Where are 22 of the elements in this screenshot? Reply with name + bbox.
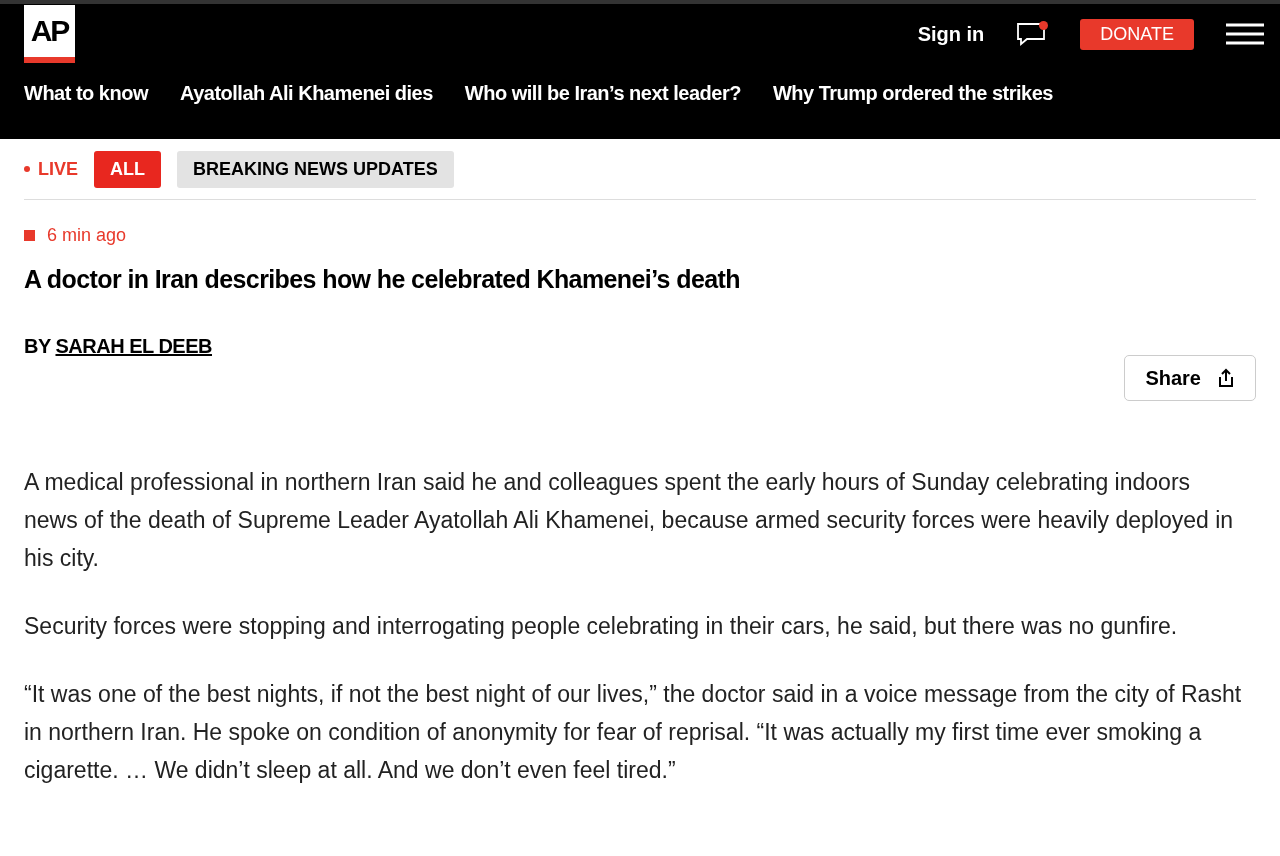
donate-button[interactable]: DONATE: [1080, 18, 1194, 50]
sign-in-link[interactable]: Sign in: [917, 19, 985, 49]
nav-link[interactable]: Ayatollah Ali Khamenei dies: [180, 78, 433, 108]
ap-logo[interactable]: AP: [24, 5, 75, 63]
nav-link[interactable]: What to know: [24, 78, 148, 108]
timestamp: 6 min ago: [47, 224, 127, 247]
article-paragraph: A medical professional in northern Iran said he and colleagues spent the early hours of Sunday celebrating indoors news of the death of Supreme Leader Ayatollah Ali Khamenei, because armed security forces were heavily deployed in his city.: [24, 467, 1235, 573]
filter-tab[interactable]: BREAKING NEWS UPDATES: [177, 150, 454, 188]
article-paragraph: “It was one of the best nights, if not the best night of our lives,” the doctor said in a voice message from the city of Rasht in northern Iran. He spoke on condition of anonymity for fear of reprisal. “It was actually my first time ever smoking a cigarette. … We didn’t sleep at all. And we don’t even feel tired.”: [24, 679, 1243, 785]
byline: BY SARAH EL DEEB: [24, 333, 212, 359]
article-paragraph: Security forces were stopping and interrogating people celebrating in their cars, he said, but there was no gunfire.: [24, 611, 1179, 641]
headline: A doctor in Iran describes how he celebrated Khamenei’s death: [24, 264, 741, 295]
nav-link[interactable]: Who will be Iran’s next leader?: [464, 78, 741, 108]
menu-icon[interactable]: [1226, 23, 1264, 45]
live-marker-icon: [24, 230, 35, 241]
filter-tab[interactable]: ALL: [94, 150, 161, 188]
author-link[interactable]: SARAH EL DEEB: [55, 334, 212, 357]
share-button[interactable]: Share: [1124, 354, 1256, 401]
chat-bubble-icon[interactable]: [1016, 21, 1049, 47]
nav-link[interactable]: Why Trump ordered the strikes: [772, 78, 1053, 108]
live-label: LIVE: [24, 155, 78, 183]
share-icon: [1217, 367, 1235, 388]
